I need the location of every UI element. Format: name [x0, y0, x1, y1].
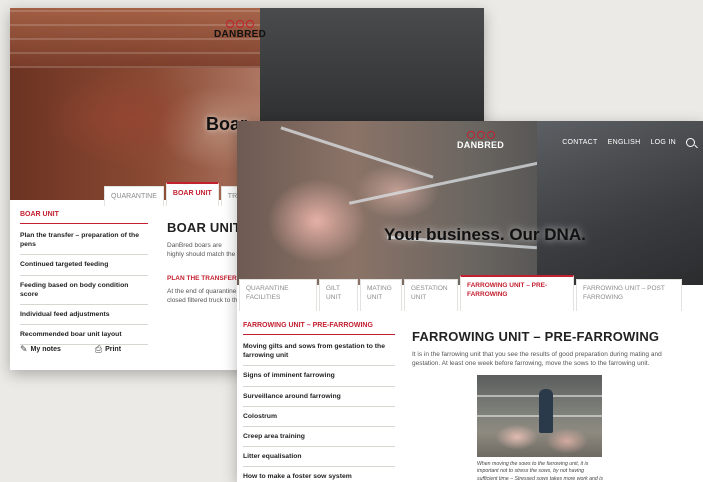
sidebar-heading[interactable]: BOAR UNIT [20, 211, 148, 224]
page-actions: ✎ My notes ⎙ Print [20, 344, 121, 355]
intro-text: It is in the farrowing unit that you see… [412, 351, 662, 368]
nav-login[interactable]: LOG IN [650, 139, 676, 147]
edit-icon: ✎ [20, 344, 28, 354]
sidebar-item[interactable]: Surveillance around farrowing [243, 387, 395, 407]
sidebar-heading[interactable]: FARROWING UNIT – PRE-FARROWING [243, 322, 395, 335]
danbred-logo[interactable]: DANBRED [214, 20, 266, 40]
my-notes-label: My notes [30, 346, 61, 353]
printer-icon: ⎙ [94, 344, 103, 354]
sidebar-item[interactable]: Creep area training [243, 427, 395, 448]
search-icon[interactable] [686, 138, 695, 147]
sidebar-item[interactable]: Colostrum [243, 407, 395, 427]
sidebar-item[interactable]: Recommended boar unit layout [20, 325, 148, 346]
sidebar-item[interactable]: Litter equalisation [243, 447, 395, 468]
sidebar-nav: BOAR UNIT Plan the transfer – preparatio… [20, 211, 148, 346]
sidebar-item[interactable]: Continued targeted feeding [20, 255, 148, 276]
tab-quarantine-facilities[interactable]: QUARANTINE FACILITIES [239, 279, 317, 311]
intro-text: DanBred boars are highly should match th… [167, 242, 236, 261]
page-title: FARROWING UNIT – PRE-FARROWING [412, 329, 660, 344]
unit-tabs: QUARANTINE BOAR UNIT TRAI [104, 182, 253, 206]
my-notes-button[interactable]: ✎ My notes [20, 344, 61, 355]
danbred-logo[interactable]: DANBRED [457, 131, 504, 150]
nav-contact[interactable]: CONTACT [562, 139, 597, 147]
sidebar-item[interactable]: Moving gilts and sows from gestation to … [243, 337, 395, 367]
sidebar-item[interactable]: Feeding based on body condition score [20, 276, 148, 305]
logo-text: DANBRED [214, 29, 267, 40]
photo-caption: When moving the sows to the farrowing un… [477, 461, 603, 481]
unit-tabs: QUARANTINE FACILITIES GILT UNIT MATING U… [239, 275, 684, 311]
hero-title: Your business. Our DNA. [384, 225, 586, 244]
sidebar-item[interactable]: Plan the transfer – preparation of the p… [20, 226, 148, 256]
sidebar-nav: FARROWING UNIT – PRE-FARROWING Moving gi… [243, 322, 395, 482]
logo-text: DANBRED [457, 140, 505, 150]
farrowing-unit-window: DANBRED CONTACT ENGLISH LOG IN Your busi… [237, 121, 703, 482]
section-text: At the end of quarantine closed filtered… [167, 288, 238, 305]
top-nav: CONTACT ENGLISH LOG IN [562, 138, 695, 147]
tab-quarantine[interactable]: QUARANTINE [104, 186, 164, 206]
tab-gilt-unit[interactable]: GILT UNIT [319, 279, 358, 311]
main-content: FARROWING UNIT – PRE-FARROWING It is in … [412, 329, 694, 369]
sidebar-item[interactable]: How to make a foster sow system [243, 467, 395, 482]
tab-farrowing-pre[interactable]: FARROWING UNIT – PRE-FARROWING [460, 275, 574, 311]
sows-photo [477, 375, 602, 457]
sidebar-item[interactable]: Individual feed adjustments [20, 305, 148, 326]
print-button[interactable]: ⎙ Print [95, 344, 121, 355]
sidebar-item[interactable]: Signs of imminent farrowing [243, 366, 395, 387]
nav-language[interactable]: ENGLISH [608, 139, 641, 147]
tab-gestation-unit[interactable]: GESTATION UNIT [404, 279, 458, 311]
tab-boar-unit[interactable]: BOAR UNIT [165, 182, 219, 206]
tab-mating-unit[interactable]: MATING UNIT [360, 279, 402, 311]
tab-farrowing-post[interactable]: FARROWING UNIT – POST FARROWING [576, 279, 682, 311]
print-label: Print [105, 346, 122, 353]
